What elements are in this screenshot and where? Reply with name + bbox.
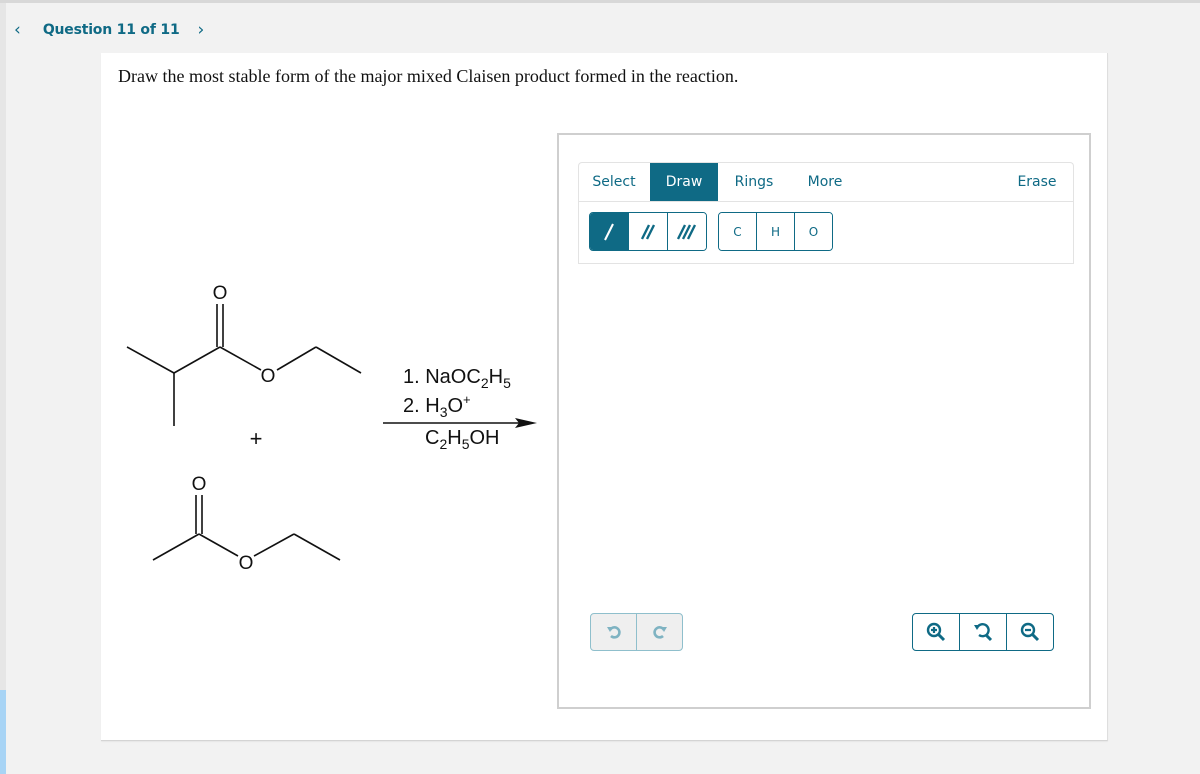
bond xyxy=(198,533,239,557)
plus-sign: + xyxy=(250,426,263,451)
atom-o-button[interactable]: O xyxy=(794,213,832,250)
bond xyxy=(152,533,200,561)
reactant-2-structure xyxy=(152,495,341,561)
atom-tool-group: C H O xyxy=(718,212,833,251)
left-sidebar-edge xyxy=(0,3,6,774)
redo-button[interactable] xyxy=(636,614,682,650)
triple-bond-button[interactable] xyxy=(667,213,706,250)
redo-icon xyxy=(652,626,667,639)
molecule-editor: Select Draw Rings More Erase C H O xyxy=(557,133,1091,709)
triple-bond-icon xyxy=(676,223,697,240)
erase-button[interactable]: Erase xyxy=(1001,163,1073,201)
bond xyxy=(293,533,341,561)
question-navigation: ‹ Question 11 of 11 › xyxy=(14,18,204,42)
double-bond-button[interactable] xyxy=(628,213,667,250)
double-bond-icon xyxy=(640,223,656,240)
zoom-out-icon xyxy=(1020,622,1040,642)
zoom-in-icon xyxy=(926,622,946,642)
single-bond-icon xyxy=(604,223,614,240)
tab-rings[interactable]: Rings xyxy=(719,163,789,201)
bond xyxy=(126,346,175,374)
sidebar-highlight xyxy=(0,690,6,774)
chevron-right-icon[interactable]: › xyxy=(197,21,204,39)
tab-more[interactable]: More xyxy=(790,163,860,201)
bond xyxy=(315,346,362,374)
question-card: Draw the most stable form of the major m… xyxy=(101,53,1108,741)
atom-label-o: O xyxy=(239,553,254,574)
bond xyxy=(276,346,317,371)
condition-solvent: C2H5OH xyxy=(425,427,500,452)
atom-label-o: O xyxy=(213,283,228,304)
tab-select[interactable]: Select xyxy=(579,163,649,201)
bond-tool-group xyxy=(589,212,707,251)
top-border xyxy=(0,0,1200,3)
reset-zoom-icon xyxy=(974,623,993,642)
undo-icon xyxy=(606,626,621,639)
chevron-left-icon[interactable]: ‹ xyxy=(14,21,21,39)
atom-label-o: O xyxy=(192,474,207,495)
zoom-controls xyxy=(912,613,1054,651)
atom-label-o: O xyxy=(261,366,276,387)
single-bond-button[interactable] xyxy=(590,213,628,250)
condition-step-1: 1. NaOC2H5 xyxy=(403,366,511,391)
bond xyxy=(173,346,221,374)
bond xyxy=(253,533,295,557)
zoom-out-button[interactable] xyxy=(1006,614,1053,650)
reset-zoom-button[interactable] xyxy=(959,614,1006,650)
zoom-in-button[interactable] xyxy=(913,614,959,650)
bond xyxy=(219,346,262,371)
editor-tab-bar: Select Draw Rings More Erase xyxy=(578,162,1074,201)
atom-h-button[interactable]: H xyxy=(756,213,794,250)
reaction-scheme: O O + O O 1. NaOC2H5 2. H3O+ C2H5OH xyxy=(126,283,537,574)
history-controls xyxy=(590,613,683,651)
reactant-1-structure xyxy=(126,304,362,426)
editor-toolbar: C H O xyxy=(578,201,1074,264)
question-counter: Question 11 of 11 xyxy=(42,22,180,38)
undo-button[interactable] xyxy=(591,614,636,650)
tab-draw[interactable]: Draw xyxy=(650,163,718,201)
atom-c-button[interactable]: C xyxy=(719,213,756,250)
condition-step-2: 2. H3O+ xyxy=(403,392,471,420)
